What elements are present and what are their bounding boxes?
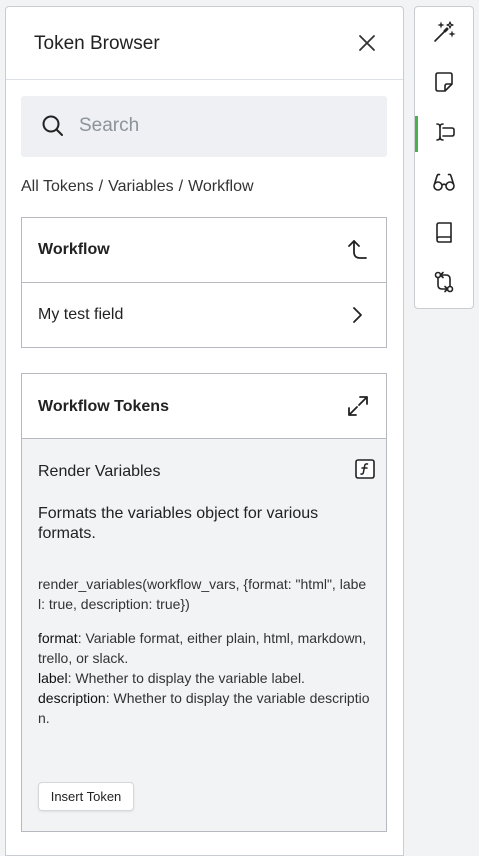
token-name: Render Variables <box>38 463 161 480</box>
breadcrumb: All Tokens / Variables / Workflow <box>21 178 254 196</box>
panel-header: Token Browser <box>6 7 403 80</box>
book-icon <box>436 222 452 243</box>
workflow-tokens-section: Workflow Tokens Render Variables Formats… <box>21 373 387 832</box>
token-params: format: Variable format, either plain, h… <box>38 628 372 728</box>
nav-current-label: Workflow <box>38 241 110 258</box>
search-box <box>21 96 387 157</box>
breadcrumb-separator: / <box>178 178 184 195</box>
text-cursor-icon <box>436 123 455 141</box>
tokens-header: Workflow Tokens <box>22 374 386 439</box>
search-icon <box>42 115 63 136</box>
tokens-header-label: Workflow Tokens <box>38 398 169 415</box>
text-cursor-tool[interactable] <box>415 107 473 157</box>
breadcrumb-separator: / <box>98 178 104 195</box>
compare-tool[interactable] <box>415 257 473 307</box>
nav-current-item[interactable]: Workflow <box>22 218 386 283</box>
breadcrumb-workflow[interactable]: Workflow <box>188 178 254 195</box>
token-description: Formats the variables object for various… <box>38 505 319 542</box>
param-name: format <box>38 630 78 646</box>
search-input[interactable] <box>79 110 369 142</box>
param-format: format: Variable format, either plain, h… <box>38 628 372 668</box>
function-icon <box>355 459 375 479</box>
panel-title: Token Browser <box>34 33 160 54</box>
glasses-icon <box>433 173 455 191</box>
chevron-right-icon <box>353 307 362 323</box>
param-name: description <box>38 690 106 706</box>
document-tool[interactable] <box>415 57 473 107</box>
magic-wand-icon <box>434 21 456 42</box>
param-label: label: Whether to display the variable l… <box>38 668 372 688</box>
nav-item-my-test-field[interactable]: My test field <box>22 283 386 348</box>
close-button[interactable] <box>356 32 378 54</box>
insert-token-button[interactable]: Insert Token <box>38 782 134 811</box>
preview-tool[interactable] <box>415 157 473 207</box>
document-icon <box>435 72 453 92</box>
breadcrumb-all-tokens[interactable]: All Tokens <box>21 178 94 195</box>
book-tool[interactable] <box>415 207 473 257</box>
side-toolbar <box>414 6 474 309</box>
param-name: label <box>38 670 68 686</box>
breadcrumb-variables[interactable]: Variables <box>108 178 174 195</box>
close-icon <box>359 35 375 51</box>
token-browser-panel: Token Browser All Tokens/Variables/Workf… <box>5 6 404 856</box>
token-detail: Render Variables Formats the variables o… <box>22 439 386 831</box>
token-signature: render_variables(workflow_vars, {format:… <box>38 576 367 612</box>
nav-item-label: My test field <box>38 306 124 323</box>
expand-icon[interactable] <box>346 394 370 418</box>
param-description: description: Whether to display the vari… <box>38 688 372 728</box>
param-text: : Variable format, either plain, html, m… <box>38 630 367 666</box>
magic-wand-tool[interactable] <box>415 7 473 57</box>
git-compare-icon <box>434 271 454 293</box>
token-navigation: Workflow My test field <box>21 217 387 348</box>
go-up-icon <box>348 240 367 259</box>
param-text: : Whether to display the variable label. <box>67 670 305 686</box>
